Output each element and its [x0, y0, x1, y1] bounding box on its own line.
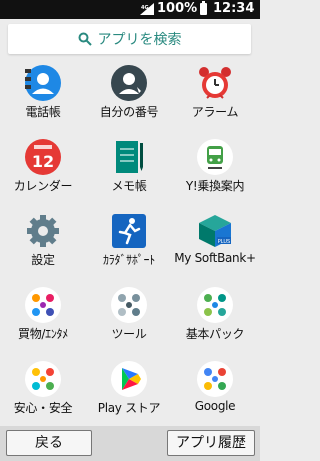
- app-contacts[interactable]: 電話帳: [0, 58, 86, 132]
- app-label: 電話帳: [25, 105, 61, 119]
- app-label: Google: [194, 399, 236, 413]
- app-label: Play ストア: [97, 401, 161, 415]
- app-folder-basic-pack[interactable]: 基本パック: [172, 280, 258, 354]
- folder-safety-icon: [25, 361, 61, 397]
- search-label: アプリを検索: [97, 32, 182, 48]
- app-label: 安心・安全: [13, 401, 73, 415]
- app-label: Y!乗換案内: [185, 179, 245, 193]
- app-settings[interactable]: 設定: [0, 206, 86, 280]
- app-notepad[interactable]: メモ帳: [86, 132, 172, 206]
- clock: 12:34: [213, 1, 255, 16]
- folder-shopping-icon: [25, 287, 61, 323]
- settings-gear-icon: [27, 215, 59, 247]
- signal-icon: 4G: [140, 3, 154, 15]
- svg-text:PLUS: PLUS: [218, 239, 230, 245]
- app-folder-safety[interactable]: 安心・安全: [0, 354, 86, 428]
- my-number-icon: [111, 65, 147, 101]
- app-play-store[interactable]: Play ストア: [86, 354, 172, 428]
- folder-tools-icon: [111, 287, 147, 323]
- alarm-clock-icon: [199, 67, 231, 99]
- search-icon: [78, 32, 92, 46]
- back-button[interactable]: 戻る: [6, 430, 92, 456]
- app-label: 設定: [31, 253, 55, 267]
- softbank-icon: PLUS: [199, 215, 231, 247]
- app-label: メモ帳: [111, 179, 147, 193]
- play-store-icon: [111, 361, 147, 397]
- app-label: アラーム: [191, 105, 239, 119]
- app-alarm[interactable]: アラーム: [172, 58, 258, 132]
- app-label: 基本パック: [185, 327, 245, 341]
- battery-percent: 100%: [157, 1, 198, 16]
- notepad-icon: [116, 141, 143, 173]
- app-label: カレンダー: [13, 179, 73, 193]
- app-label: 買物/ｴﾝﾀﾒ: [18, 327, 68, 341]
- app-label: My SoftBank+: [174, 251, 256, 265]
- app-label: 自分の番号: [99, 105, 159, 119]
- calendar-icon: 12: [25, 139, 61, 175]
- app-train-transfer[interactable]: Y!乗換案内: [172, 132, 258, 206]
- search-apps-button[interactable]: アプリを検索: [8, 24, 251, 54]
- app-history-button[interactable]: アプリ履歴: [167, 430, 255, 456]
- train-icon: [197, 139, 233, 175]
- running-person-icon: [112, 214, 146, 248]
- bottom-bar: 戻る アプリ履歴: [0, 426, 260, 461]
- app-my-softbank[interactable]: PLUS My SoftBank+: [172, 206, 258, 280]
- app-folder-tools[interactable]: ツール: [86, 280, 172, 354]
- app-calendar[interactable]: 12 カレンダー: [0, 132, 86, 206]
- app-label: ツール: [111, 327, 147, 341]
- folder-google-icon: [197, 361, 233, 397]
- status-bar: 4G 100% 12:34: [0, 0, 260, 19]
- svg-text:4G: 4G: [141, 5, 149, 11]
- contacts-icon: [25, 65, 61, 101]
- folder-basic-pack-icon: [197, 287, 233, 323]
- svg-text:12: 12: [32, 152, 54, 171]
- battery-icon: [200, 1, 207, 15]
- app-folder-google[interactable]: Google: [172, 354, 258, 428]
- app-my-number[interactable]: 自分の番号: [86, 58, 172, 132]
- app-body-support[interactable]: ｶﾗﾀﾞｻﾎﾟｰﾄ: [86, 206, 172, 280]
- app-label: ｶﾗﾀﾞｻﾎﾟｰﾄ: [103, 253, 155, 267]
- app-folder-shopping[interactable]: 買物/ｴﾝﾀﾒ: [0, 280, 86, 354]
